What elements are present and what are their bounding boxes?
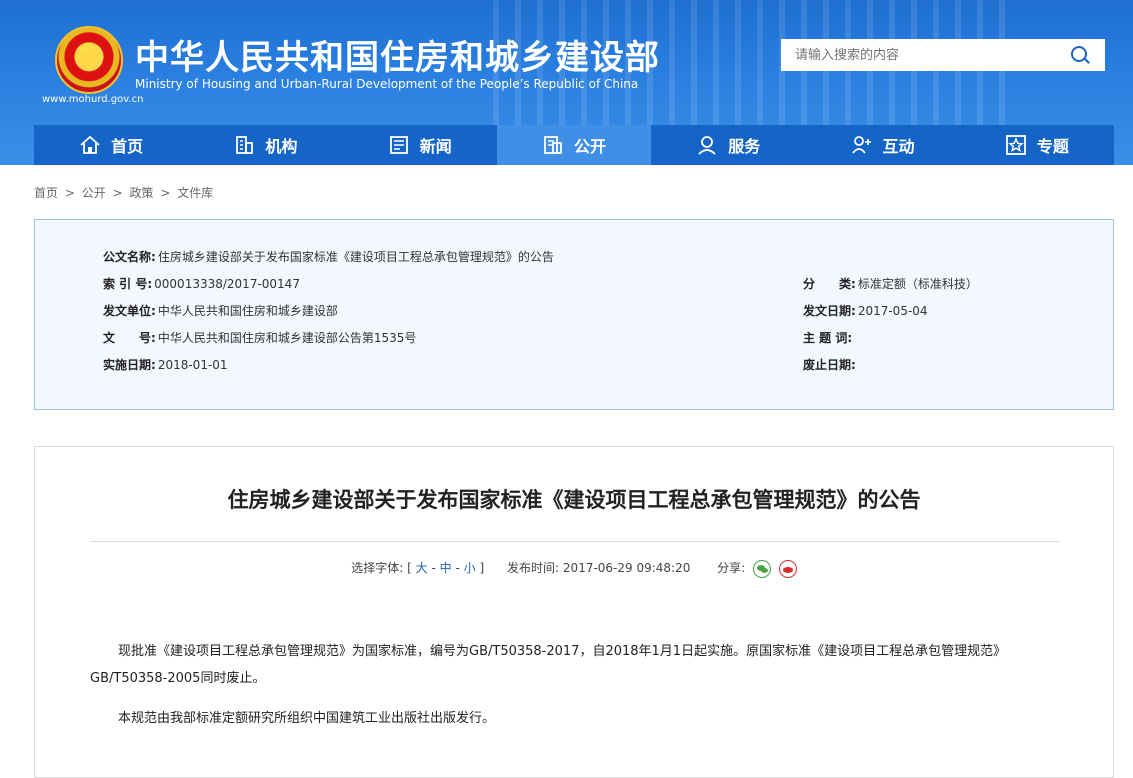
font-bracket: ] (479, 561, 485, 575)
meta-doc-name: 公文名称: 住房城乡建设部关于发布国家标准《建设项目工程总承包管理规范》的公告 (103, 248, 554, 265)
meta-label: 废止日期: (803, 358, 856, 372)
article-paragraph: 本规范由我部标准定额研究所组织中国建筑工业出版社出版发行。 (118, 711, 496, 726)
article-paragraph: 现批准《建设项目工程总承包管理规范》为国家标准，编号为GB/T50358-201… (90, 644, 1007, 686)
breadcrumb-public[interactable]: 公开 (82, 186, 106, 200)
building-icon (233, 134, 255, 156)
meta-issuer: 发文单位: 中华人民共和国住房和城乡建设部 (103, 302, 338, 319)
weibo-share-icon[interactable] (778, 559, 797, 578)
search-icon[interactable] (1071, 46, 1087, 62)
publish-time: 2017-06-29 09:48:20 (562, 561, 691, 575)
divider (90, 541, 1060, 542)
main-nav: 首页 机构 新闻 公开 服务 互动 专题 (34, 125, 1114, 165)
nav-label: 新闻 (419, 137, 452, 156)
nav-item-topics[interactable]: 专题 (960, 125, 1114, 165)
meta-effective-date: 实施日期: 2018-01-01 (103, 356, 228, 373)
nav-label: 公开 (573, 137, 606, 156)
nav-label: 专题 (1036, 137, 1069, 156)
nav-item-public[interactable]: 公开 (496, 125, 652, 165)
nav-label: 服务 (728, 137, 761, 156)
breadcrumb-home[interactable]: 首页 (34, 186, 58, 200)
font-size-label: 选择字体: (351, 561, 404, 575)
meta-value: 住房城乡建设部关于发布国家标准《建设项目工程总承包管理规范》的公告 (157, 250, 554, 264)
share-label: 分享: (717, 561, 746, 575)
meta-label: 发文日期: (803, 304, 856, 318)
meta-value: 标准定额（标准科技） (857, 277, 978, 291)
nav-item-organization[interactable]: 机构 (188, 125, 342, 165)
article: 住房城乡建设部关于发布国家标准《建设项目工程总承包管理规范》的公告 选择字体: … (34, 446, 1114, 778)
font-medium-link[interactable]: 中 (440, 561, 452, 575)
nav-label: 首页 (111, 137, 144, 156)
article-meta: 选择字体: [ 大 - 中 - 小 ] 发布时间: 2017-06-29 09:… (35, 559, 1113, 578)
meta-value: 中华人民共和国住房和城乡建设部公告第1535号 (157, 331, 417, 345)
nav-item-news[interactable]: 新闻 (343, 125, 497, 165)
news-icon (388, 134, 410, 156)
font-separator: - (455, 561, 460, 575)
breadcrumb-policy[interactable]: 政策 (129, 186, 153, 200)
nav-item-service[interactable]: 服务 (651, 125, 805, 165)
nav-item-home[interactable]: 首页 (34, 125, 188, 165)
site-header: ★ www.mohurd.gov.cn 中华人民共和国住房和城乡建设部 Mini… (0, 0, 1133, 165)
meta-index: 索 引 号: 000013338/2017-00147 (103, 275, 300, 292)
font-bracket: [ (407, 561, 412, 575)
font-separator: - (431, 561, 436, 575)
search-input[interactable] (781, 39, 1079, 71)
nav-label: 机构 (265, 137, 298, 156)
meta-issue-date: 发文日期: 2017-05-04 (803, 302, 928, 319)
meta-doc-number: 文 号: 中华人民共和国住房和城乡建设部公告第1535号 (103, 329, 416, 346)
meta-value: 中华人民共和国住房和城乡建设部 (157, 304, 338, 318)
site-url: www.mohurd.gov.cn (42, 94, 144, 105)
meta-category: 分 类: 标准定额（标准科技） (803, 275, 978, 292)
meta-label: 文 号: (103, 331, 156, 345)
breadcrumb-file-library[interactable]: 文件库 (177, 186, 213, 200)
meta-label: 索 引 号: (103, 277, 153, 291)
document-metadata-panel: 公文名称: 住房城乡建设部关于发布国家标准《建设项目工程总承包管理规范》的公告 索… (34, 219, 1114, 410)
meta-label: 实施日期: (103, 358, 156, 372)
meta-value: 2018-01-01 (157, 358, 228, 372)
breadcrumb-separator: > (160, 186, 171, 200)
search-box (781, 39, 1105, 71)
wechat-share-icon[interactable] (752, 559, 771, 578)
meta-label: 发文单位: (103, 304, 156, 318)
meta-label: 主 题 词: (803, 331, 853, 345)
font-small-link[interactable]: 小 (464, 561, 476, 575)
document-icon (542, 134, 564, 156)
publish-time-label: 发布时间: (507, 561, 560, 575)
nav-item-interaction[interactable]: 互动 (805, 125, 959, 165)
meta-value: 2017-05-04 (857, 304, 928, 318)
star-icon (1005, 134, 1027, 156)
breadcrumb-separator: > (112, 186, 123, 200)
meta-keywords: 主 题 词: (803, 329, 854, 346)
breadcrumb: 首页 > 公开 > 政策 > 文件库 (34, 184, 216, 201)
meta-label: 公文名称: (103, 250, 156, 264)
meta-label: 分 类: (803, 277, 856, 291)
emblem-star-icon: ★ (78, 40, 93, 59)
nav-label: 互动 (882, 137, 915, 156)
service-icon (696, 134, 718, 156)
breadcrumb-separator: > (64, 186, 75, 200)
meta-value: 000013338/2017-00147 (154, 277, 300, 291)
article-title: 住房城乡建设部关于发布国家标准《建设项目工程总承包管理规范》的公告 (227, 488, 921, 512)
font-large-link[interactable]: 大 (416, 561, 428, 575)
interaction-icon (851, 134, 873, 156)
site-subtitle: Ministry of Housing and Urban-Rural Deve… (135, 77, 639, 91)
national-emblem-icon[interactable] (55, 26, 123, 94)
site-title[interactable]: 中华人民共和国住房和城乡建设部 (135, 30, 660, 79)
home-icon (79, 134, 101, 156)
meta-expiry-date: 废止日期: (803, 356, 858, 373)
